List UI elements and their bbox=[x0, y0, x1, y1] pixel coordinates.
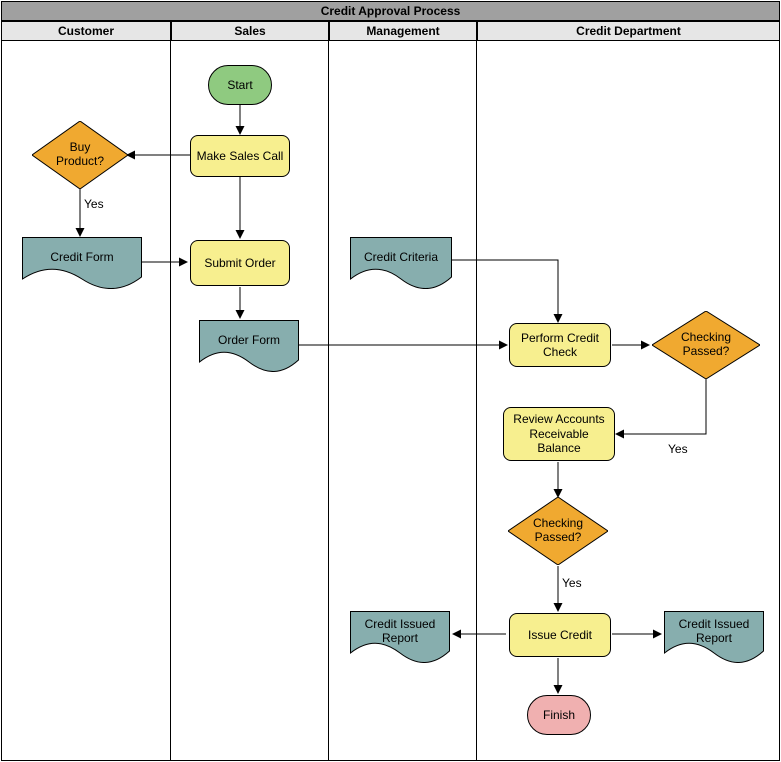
lane-header-sales: Sales bbox=[171, 21, 329, 41]
doc-label: Credit Issued Report bbox=[670, 618, 758, 646]
doc-credit-issued-report-right: Credit Issued Report bbox=[664, 611, 764, 663]
doc-order-form: Order Form bbox=[199, 320, 299, 372]
finish-node: Finish bbox=[527, 695, 591, 735]
diagram-title: Credit Approval Process bbox=[1, 1, 780, 21]
process-submit-order: Submit Order bbox=[190, 240, 290, 286]
doc-label: Order Form bbox=[218, 334, 280, 348]
decision-label: Buy Product? bbox=[44, 141, 116, 169]
decision-buy-product: Buy Product? bbox=[32, 121, 128, 189]
process-review-ar-balance: Review Accounts Receivable Balance bbox=[503, 407, 615, 461]
process-label: Review Accounts Receivable Balance bbox=[508, 412, 610, 455]
finish-label: Finish bbox=[543, 708, 575, 722]
process-label: Perform Credit Check bbox=[514, 331, 606, 360]
doc-credit-issued-report-left: Credit Issued Report bbox=[350, 611, 450, 663]
decision-checking-passed-2: Checking Passed? bbox=[508, 497, 608, 565]
doc-label: Credit Form bbox=[50, 251, 113, 265]
process-label: Issue Credit bbox=[528, 628, 592, 642]
process-issue-credit: Issue Credit bbox=[509, 613, 611, 657]
process-label: Make Sales Call bbox=[197, 149, 284, 163]
edge-label-checking-passed-1-yes: Yes bbox=[668, 442, 688, 456]
start-node: Start bbox=[208, 65, 272, 105]
process-make-sales-call: Make Sales Call bbox=[190, 135, 290, 177]
flowchart-canvas: Credit Approval Process Customer Sales M… bbox=[0, 0, 781, 762]
lane-header-management: Management bbox=[329, 21, 477, 41]
doc-label: Credit Issued Report bbox=[356, 618, 444, 646]
doc-credit-form: Credit Form bbox=[22, 237, 142, 289]
decision-label: Checking Passed? bbox=[664, 331, 748, 359]
lane-header-customer: Customer bbox=[1, 21, 171, 41]
decision-label: Checking Passed? bbox=[520, 517, 596, 545]
doc-label: Credit Criteria bbox=[364, 251, 438, 265]
doc-credit-criteria: Credit Criteria bbox=[350, 237, 452, 289]
process-perform-credit-check: Perform Credit Check bbox=[509, 323, 611, 367]
edge-label-checking-passed-2-yes: Yes bbox=[562, 576, 582, 590]
lane-header-credit-dept: Credit Department bbox=[477, 21, 780, 41]
edge-label-buy-product-yes: Yes bbox=[84, 197, 104, 211]
start-label: Start bbox=[227, 78, 252, 92]
decision-checking-passed-1: Checking Passed? bbox=[652, 311, 760, 379]
process-label: Submit Order bbox=[204, 256, 275, 270]
